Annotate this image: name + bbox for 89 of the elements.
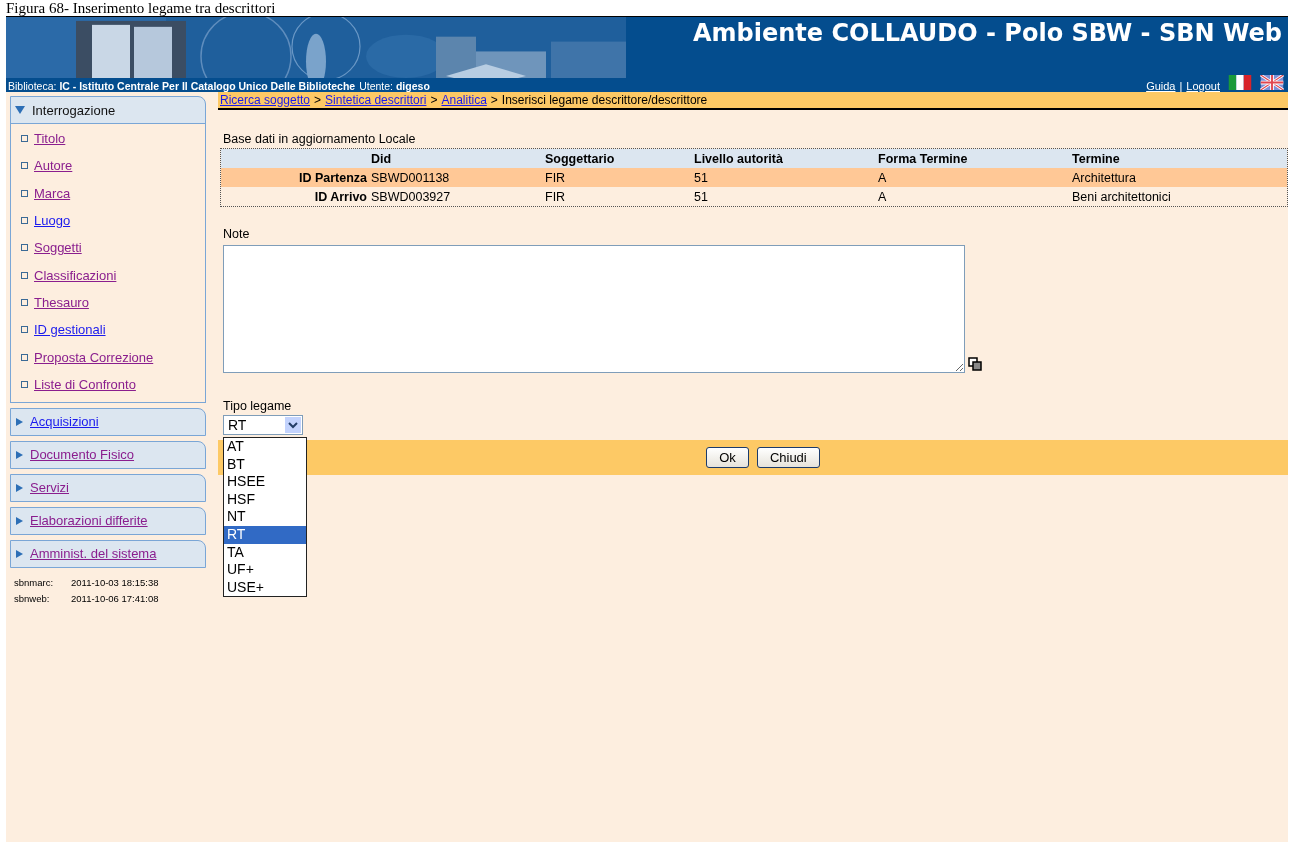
square-bullet-icon xyxy=(21,189,28,197)
menu-item-link[interactable]: Marca xyxy=(34,185,71,201)
user-info: Utente: digeso xyxy=(359,80,430,92)
table-cell: ID Partenza xyxy=(298,170,367,185)
menu-item-link[interactable]: ID gestionali xyxy=(34,322,106,338)
menu-section-label: Interrogazione xyxy=(32,102,116,118)
square-bullet-icon xyxy=(21,298,28,306)
dropdown-option[interactable]: UF+ xyxy=(224,561,306,579)
link-type-dropdown[interactable]: RT xyxy=(223,415,303,435)
menu-item-link[interactable]: Liste di Confronto xyxy=(34,376,136,392)
menu-section-header[interactable]: Amminist. del sistema xyxy=(10,539,206,568)
dropdown-option[interactable]: USE+ xyxy=(224,578,306,597)
breadcrumb-link[interactable]: Analitica xyxy=(441,93,487,107)
note-field[interactable] xyxy=(223,245,965,373)
table-row[interactable]: ID Arrivo SBWD003927 FIR 51 A Beni architettonici xyxy=(221,187,1287,206)
square-bullet-icon xyxy=(21,244,28,252)
table-cell: FIR xyxy=(545,189,566,204)
logout-link[interactable]: Logout xyxy=(1186,80,1220,92)
menu-item-link[interactable]: Classificazioni xyxy=(34,267,117,283)
dropdown-option[interactable]: RT xyxy=(224,525,306,544)
timestamp: 2011-10-03 18:15:38 xyxy=(71,577,159,589)
breadcrumb-current: Inserisci legame descrittore/descrittore xyxy=(501,93,708,107)
dropdown-option[interactable]: HSF xyxy=(224,490,306,509)
table-cell: ID Arrivo xyxy=(314,189,367,204)
breadcrumb-separator: > xyxy=(430,93,438,107)
menu-item-link[interactable]: Proposta Correzione xyxy=(34,349,154,365)
timestamp: 2011-10-06 17:41:08 xyxy=(71,593,159,605)
menu-item-link[interactable]: Soggetti xyxy=(34,240,82,256)
table-cell: A xyxy=(878,170,887,185)
chevron-down-icon xyxy=(288,421,298,429)
column-header: Did xyxy=(371,151,392,166)
dropdown-option[interactable]: AT xyxy=(224,438,306,456)
square-bullet-icon xyxy=(21,326,28,334)
menu-section-header[interactable]: Documento Fisico xyxy=(10,440,206,469)
link-separator: | xyxy=(1179,80,1183,92)
table-cell: 51 xyxy=(694,189,708,204)
menu-section-link[interactable]: Documento Fisico xyxy=(30,447,135,463)
breadcrumb-link[interactable]: Ricerca soggetto xyxy=(220,93,311,107)
table-cell: 51 xyxy=(694,170,708,185)
server-name: sbnweb: xyxy=(14,593,51,605)
menu-section-header[interactable]: Elaborazioni differite xyxy=(10,506,206,535)
menu-section-link[interactable]: Amminist. del sistema xyxy=(30,546,157,562)
table-row[interactable]: ID Partenza SBWD001138 FIR 51 A Architettura xyxy=(221,168,1287,187)
database-note: Base dati in aggiornamento Locale xyxy=(222,132,417,148)
copy-icon[interactable] xyxy=(968,357,982,371)
dropdown-option[interactable]: BT xyxy=(224,455,306,474)
note-label: Note xyxy=(222,227,251,243)
help-link[interactable]: Guida xyxy=(1146,80,1176,92)
library-info: Biblioteca: IC - Istituto Centrale Per Il Catalogo Unico Delle Biblioteche xyxy=(8,80,356,92)
square-bullet-icon xyxy=(21,162,28,170)
square-bullet-icon xyxy=(21,217,28,225)
figure-caption: Figura 68- Inserimento legame tra descrittori xyxy=(5,0,277,16)
square-bullet-icon xyxy=(21,380,28,388)
breadcrumb-separator: > xyxy=(314,93,322,107)
menu-section-header[interactable]: Acquisizioni xyxy=(10,407,206,436)
menu-section-header[interactable]: Servizi xyxy=(10,473,206,502)
menu-section-header[interactable]: Interrogazione xyxy=(10,96,206,124)
column-header: Soggettario xyxy=(545,151,615,166)
dropdown-option[interactable]: HSEE xyxy=(224,473,306,491)
table-cell: FIR xyxy=(545,170,566,185)
italian-flag-icon[interactable] xyxy=(1228,75,1252,90)
menu-item-link[interactable]: Thesauro xyxy=(34,294,89,310)
menu-item-link[interactable]: Luogo xyxy=(34,213,71,229)
square-bullet-icon xyxy=(21,353,28,361)
menu-section-link[interactable]: Acquisizioni xyxy=(30,414,99,430)
close-button[interactable]: Chiudi xyxy=(756,447,820,468)
dropdown-option[interactable]: TA xyxy=(224,543,306,562)
menu-item-link[interactable]: Titolo xyxy=(34,131,66,147)
link-type-label: Tipo legame xyxy=(222,399,293,415)
table-cell: Beni architettonici xyxy=(1072,189,1171,204)
ok-button[interactable]: Ok xyxy=(706,447,749,468)
environment-title: Ambiente COLLAUDO - Polo SBW - SBN Web xyxy=(692,19,1282,47)
table-cell: SBWD003927 xyxy=(371,189,451,204)
dropdown-option[interactable]: NT xyxy=(224,508,306,526)
menu-item-link[interactable]: Autore xyxy=(34,158,73,174)
square-bullet-icon xyxy=(21,135,28,143)
menu-section-link[interactable]: Elaborazioni differite xyxy=(30,513,148,529)
uk-flag-icon[interactable] xyxy=(1260,75,1284,90)
breadcrumb-separator: > xyxy=(490,93,498,107)
table-cell: Architettura xyxy=(1072,170,1136,185)
table-cell: A xyxy=(878,189,887,204)
table-cell: SBWD001138 xyxy=(371,170,450,185)
server-name: sbnmarc: xyxy=(14,577,55,589)
square-bullet-icon xyxy=(21,271,28,279)
menu-section-link[interactable]: Servizi xyxy=(30,480,69,496)
column-header: Livello autorità xyxy=(694,151,783,166)
breadcrumb-link[interactable]: Sintetica descrittori xyxy=(325,93,427,107)
column-header: Forma Termine xyxy=(878,151,968,166)
column-header: Termine xyxy=(1072,151,1120,166)
